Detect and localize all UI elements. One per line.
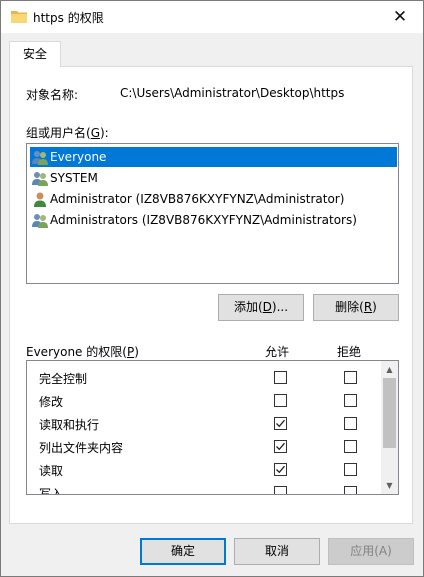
groups-label-suffix: ): [100, 126, 109, 140]
permission-name: 写入 [39, 487, 64, 495]
deny-checkbox[interactable] [344, 371, 357, 384]
allow-checkbox[interactable] [274, 394, 287, 407]
add-button-suffix: )... [271, 300, 289, 314]
remove-button[interactable]: 删除(R) [313, 294, 399, 321]
ok-button[interactable]: 确定 [140, 538, 226, 565]
group-users-icon [32, 151, 48, 165]
close-icon: ✕ [392, 7, 408, 27]
tab-security[interactable]: 安全 [9, 41, 61, 67]
tab-security-label: 安全 [22, 47, 47, 61]
allow-checkbox[interactable] [274, 417, 287, 430]
permission-name: 读取和执行 [39, 418, 100, 432]
security-tab-panel: 对象名称: C:\Users\Administrator\Desktop\htt… [9, 66, 413, 524]
groups-label-accesskey: G [90, 126, 100, 140]
permissions-scrollbar[interactable]: ▲ ▼ [381, 361, 398, 494]
permission-name: 完全控制 [39, 372, 88, 386]
remove-button-suffix: ) [372, 300, 377, 314]
close-button[interactable]: ✕ [377, 1, 423, 33]
allow-checkbox[interactable] [274, 463, 287, 476]
allow-checkbox[interactable] [274, 440, 287, 453]
object-name-label: 对象名称: [26, 88, 79, 102]
allow-checkbox[interactable] [274, 486, 287, 494]
group-item-system[interactable]: SYSTEM [30, 168, 397, 188]
groups-listbox[interactable]: Everyone SYSTEM Administrator (IZ8VB876K… [26, 143, 399, 284]
permission-row: 修改 [27, 389, 379, 412]
title-bar: https 的权限 ✕ [1, 1, 423, 33]
group-item-label: Everyone [50, 150, 107, 164]
deny-checkbox[interactable] [344, 417, 357, 430]
permissions-list: 完全控制修改读取和执行列出文件夹内容 读取写入 ▲ ▼ [26, 360, 399, 495]
permission-name: 修改 [39, 395, 64, 409]
group-item-administrators[interactable]: Administrators (IZ8VB876KXYFYNZ\Administ… [30, 210, 397, 230]
deny-checkbox[interactable] [344, 486, 357, 494]
deny-checkbox[interactable] [344, 463, 357, 476]
allow-column-header: 允许 [265, 345, 290, 359]
remove-button-accesskey: R [363, 300, 373, 314]
add-button-label: 添加( [233, 300, 263, 314]
group-users-icon [32, 172, 48, 186]
scroll-up-icon[interactable]: ▲ [381, 361, 398, 378]
permission-row: 读取 [27, 458, 379, 481]
user-icon [34, 192, 46, 207]
permission-row: 读取和执行 [27, 412, 379, 435]
permission-row: 列出文件夹内容 [27, 435, 379, 458]
scroll-down-icon[interactable]: ▼ [381, 477, 398, 494]
permission-row: 写入 [27, 481, 379, 495]
apply-button[interactable]: 应用(A) [328, 538, 414, 565]
group-item-administrator[interactable]: Administrator (IZ8VB876KXYFYNZ\Administr… [30, 189, 397, 209]
permission-row: 完全控制 [27, 366, 379, 389]
group-users-icon [32, 214, 48, 228]
permission-name: 读取 [39, 464, 64, 478]
add-button[interactable]: 添加(D)... [218, 294, 304, 321]
object-name-value: C:\Users\Administrator\Desktop\https [120, 86, 345, 100]
remove-button-label: 删除( [335, 300, 364, 314]
allow-checkbox[interactable] [274, 371, 287, 384]
permissions-label-suffix: ) [134, 345, 139, 359]
add-button-accesskey: D [262, 300, 272, 314]
permission-name: 列出文件夹内容 [39, 441, 124, 455]
scroll-thumb[interactable] [383, 378, 396, 448]
groups-label: 组或用户名(G): [26, 124, 109, 141]
cancel-button[interactable]: 取消 [234, 538, 320, 565]
permissions-label: Everyone 的权限(P) [26, 343, 139, 360]
group-item-label: Administrators (IZ8VB876KXYFYNZ\Administ… [50, 213, 357, 227]
deny-column-header: 拒绝 [337, 345, 362, 359]
group-item-label: Administrator (IZ8VB876KXYFYNZ\Administr… [50, 192, 345, 206]
groups-label-text: 组或用户名( [26, 126, 91, 140]
permissions-dialog: https 的权限 ✕ 安全 对象名称: C:\Users\Administra… [0, 0, 424, 577]
group-item-label: SYSTEM [50, 171, 98, 185]
group-item-everyone[interactable]: Everyone [30, 147, 397, 167]
folder-icon [11, 11, 27, 23]
deny-checkbox[interactable] [344, 394, 357, 407]
permissions-label-text: Everyone 的权限( [26, 345, 127, 359]
window-title: https 的权限 [33, 11, 104, 25]
deny-checkbox[interactable] [344, 440, 357, 453]
